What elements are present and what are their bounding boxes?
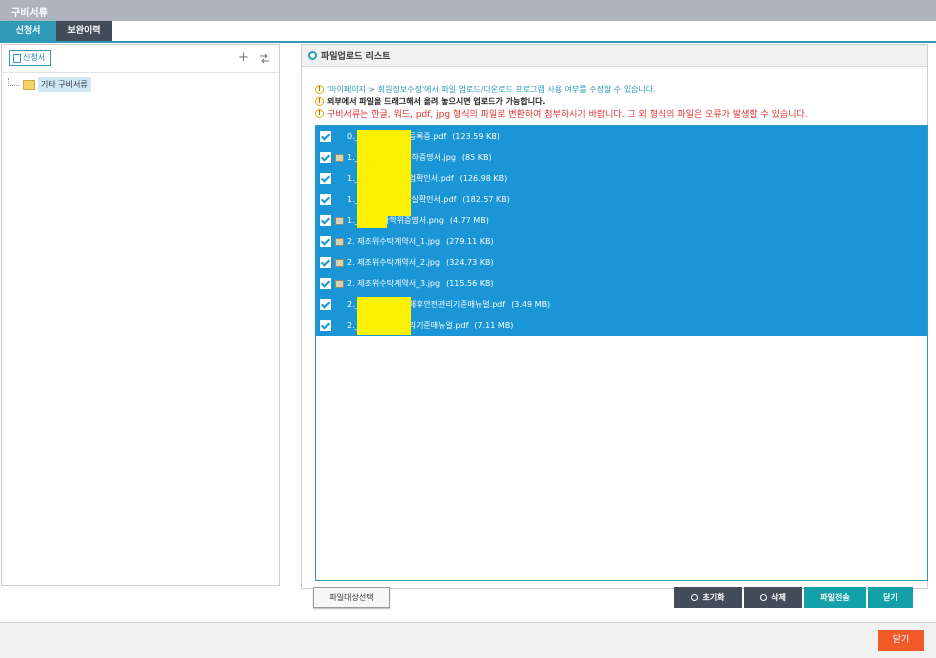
radio-icon [308,51,317,60]
application-button[interactable]: 신청서 [9,50,52,66]
tab-bar: 신청서 보완이력 [0,21,112,42]
file-checkbox[interactable] [320,299,331,310]
reset-label: 초기화 [702,593,725,602]
sort-icon[interactable] [259,53,270,64]
exclamation-icon: ! [315,108,324,118]
panel-header: 파일업로드 리스트 [302,45,927,67]
file-row[interactable]: 2. 제조위수탁계약서_2.jpg (324.73 KB) [316,252,927,273]
reset-button[interactable]: 초기화 [674,587,742,608]
tab-application[interactable]: 신청서 [0,21,56,42]
file-checkbox[interactable] [320,173,331,184]
notice-text: 구비서류는 한글, 워드, pdf, jpg 형식의 파일로 변환하여 첨부하시… [327,109,808,120]
file-upload-panel: 파일업로드 리스트 ! '마이페이지 > 회원정보수정'에서 파일 업로드/다운… [301,44,928,589]
file-checkbox[interactable] [320,236,331,247]
file-size: (324.73 KB) [446,258,494,267]
redaction-block [357,194,387,228]
file-name: 2. 제조위수탁계약서_3.jpg [347,279,441,288]
file-checkbox[interactable] [320,215,331,226]
file-checkbox[interactable] [320,278,331,289]
tree-toolbar: 신청서 + [2,45,279,73]
exclamation-icon: ! [315,96,324,106]
file-size: (123.59 KB) [452,132,500,141]
notice-text: 외부에서 파일을 드래그해서 올려 놓으시면 업로드가 가능합니다. [327,96,546,106]
footer-close-button[interactable]: 닫기 [878,630,924,651]
file-size: (3.49 MB) [511,300,551,309]
notice-text: '마이페이지 > 회원정보수정'에서 파일 업로드/다운로드 프로그램 사용 여… [327,84,656,94]
file-checkbox[interactable] [320,257,331,268]
image-file-icon [335,153,344,162]
notice-item: ! '마이페이지 > 회원정보수정'에서 파일 업로드/다운로드 프로그램 사용… [315,83,808,95]
file-name: 2. 제조위수탁계약서_1.jpg [347,237,441,246]
file-size: (126.98 KB) [459,174,508,183]
panel-title: 파일업로드 리스트 [321,52,391,62]
document-tree-panel: 신청서 + 기타 구비서류 [1,44,280,586]
tab-underline [0,41,936,43]
circle-icon [691,594,699,601]
file-row[interactable]: 2. 제조위수탁계약서_1.jpg (279.11 KB) [316,231,927,252]
circle-icon [760,594,768,601]
close-button[interactable]: 닫기 [868,587,913,608]
application-button-label: 신청서 [23,53,46,62]
window-title: 구비서류 [0,0,936,21]
add-icon[interactable]: + [238,51,249,65]
file-checkbox[interactable] [320,320,331,331]
file-checkbox[interactable] [320,194,331,205]
file-list[interactable]: 0.________사업자등록증.pdf(123.59 KB)1._______… [315,125,928,581]
image-file-icon [335,216,344,225]
select-files-button[interactable]: 파일대상선택 [313,587,390,608]
image-file-icon [335,279,344,288]
file-size: (115.56 KB) [446,279,494,288]
redaction-block [357,297,411,335]
file-size: (85 KB) [461,153,492,162]
notice-item: ! 외부에서 파일을 드래그해서 올려 놓으시면 업로드가 가능합니다. [315,95,808,107]
send-files-button[interactable]: 파일전송 [804,587,866,608]
file-size: (4.77 MB) [449,216,489,225]
file-name: 2. 제조위수탁계약서_2.jpg [347,258,441,267]
file-size: (182.57 KB) [462,195,510,204]
image-file-icon [335,237,344,246]
tree-item-other-documents[interactable]: 기타 구비서류 [8,77,91,92]
file-row[interactable]: 2. 제조위수탁계약서_3.jpg (115.56 KB) [316,273,927,294]
footer-bar [0,622,936,658]
notice-list: ! '마이페이지 > 회원정보수정'에서 파일 업로드/다운로드 프로그램 사용… [315,83,808,120]
tab-supplement-history[interactable]: 보완이력 [56,21,112,42]
tree-item-label: 기타 구비서류 [38,77,91,92]
folder-icon [23,79,35,90]
exclamation-icon: ! [315,84,324,94]
file-checkbox[interactable] [320,152,331,163]
notice-item: ! 구비서류는 한글, 워드, pdf, jpg 형식의 파일로 변환하여 첨부… [315,107,808,120]
file-checkbox[interactable] [320,131,331,142]
tree-connector [8,77,19,86]
file-size: (7.11 MB) [474,321,514,330]
file-size: (279.11 KB) [446,237,494,246]
delete-button[interactable]: 삭제 [744,587,802,608]
document-icon [13,53,21,63]
image-file-icon [335,258,344,267]
delete-label: 삭제 [771,593,786,602]
